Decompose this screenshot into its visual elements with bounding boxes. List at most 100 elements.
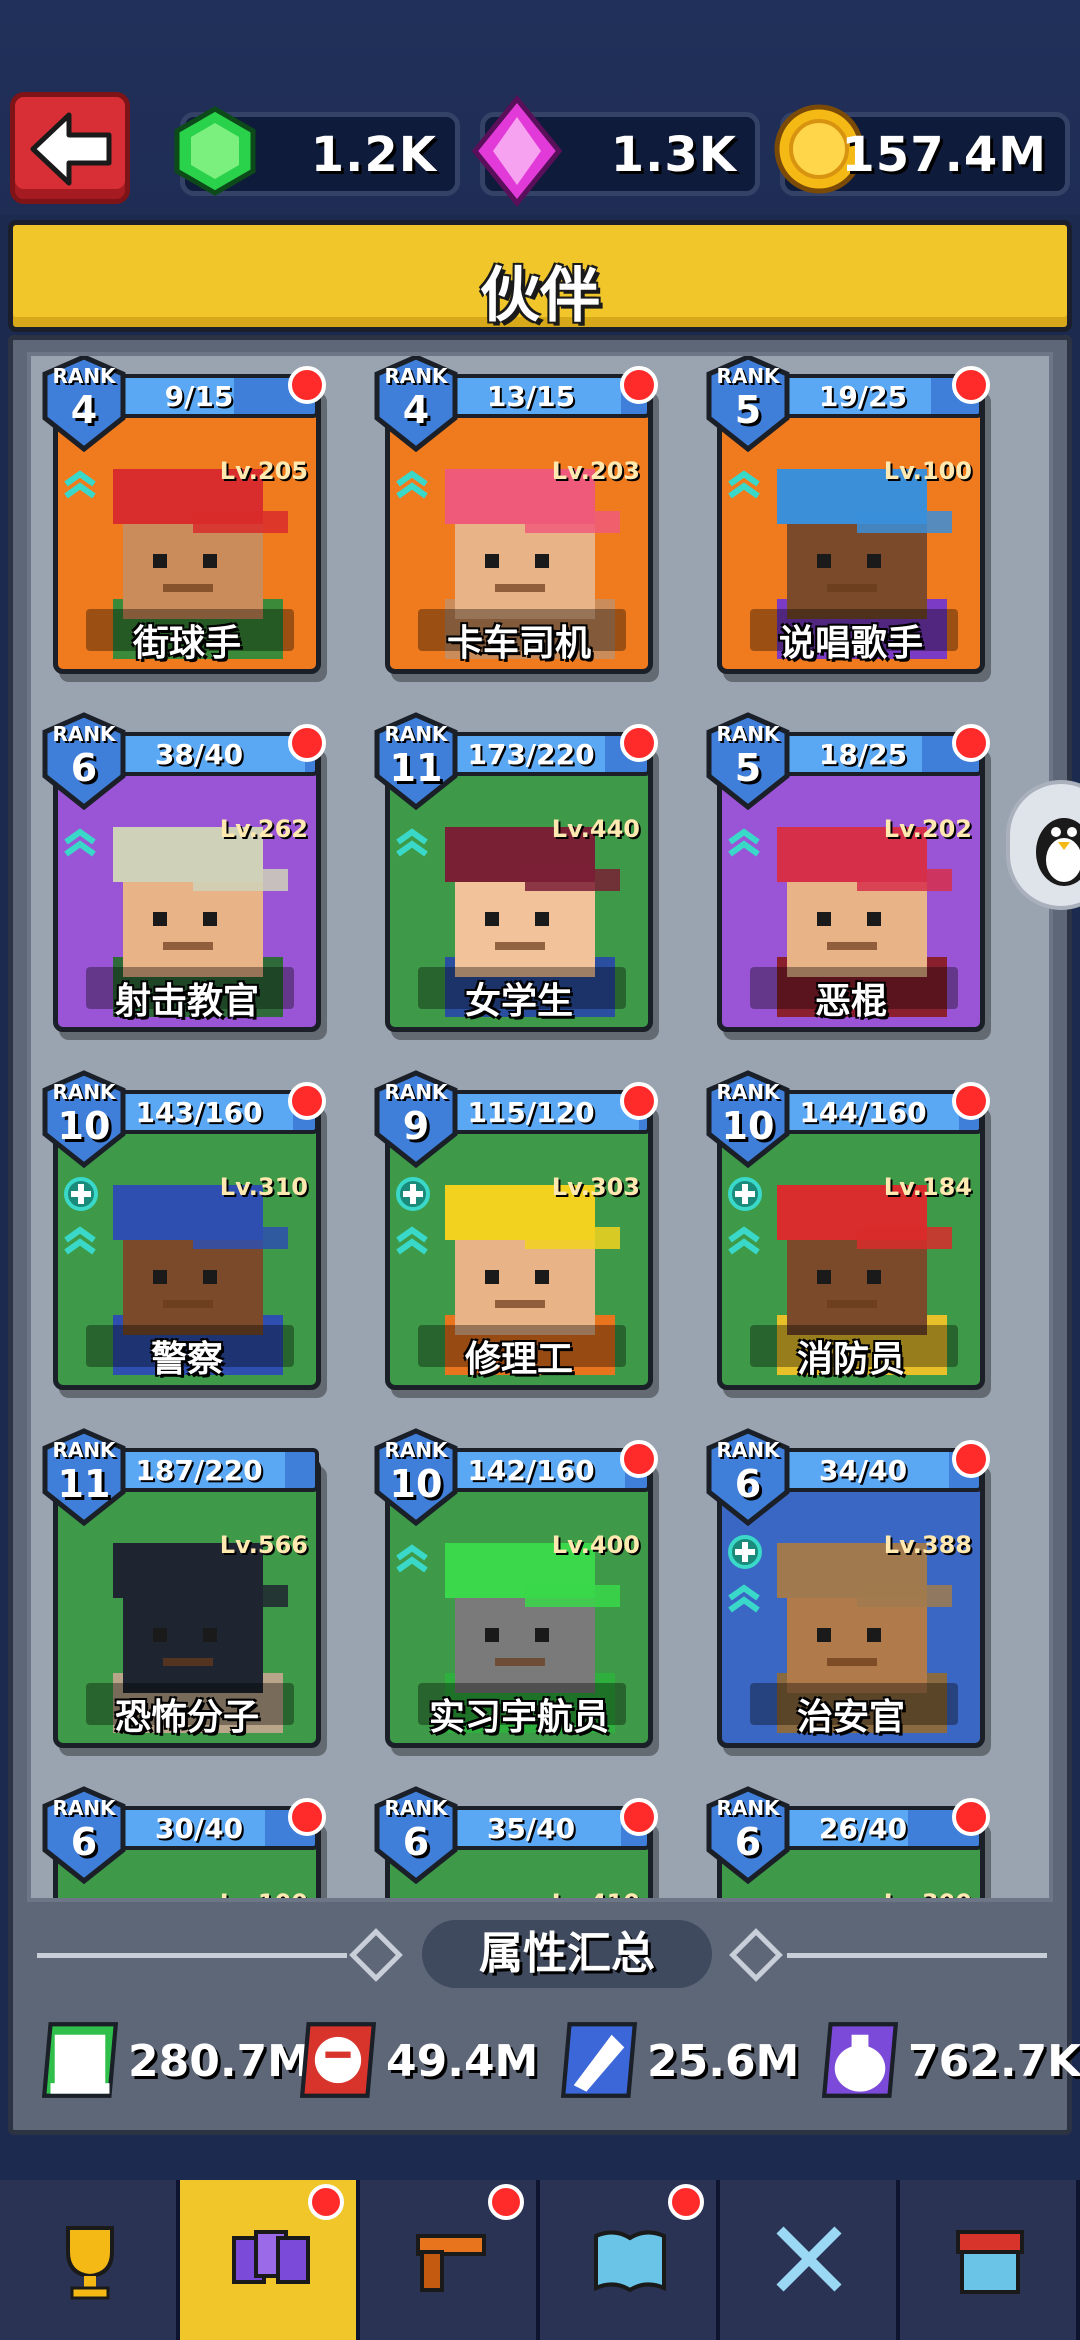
plus-icon bbox=[395, 1176, 431, 1216]
divider-right bbox=[787, 1953, 1047, 1958]
diamond-ornament-right bbox=[729, 1928, 783, 1982]
partner-level: Lv.203 bbox=[551, 457, 640, 485]
rank-badge: RANK 6 bbox=[373, 1786, 459, 1884]
partner-card[interactable]: Lv.440 173/220 RANK 11 女学生 bbox=[373, 712, 658, 1042]
rank-number: 4 bbox=[402, 388, 430, 432]
partner-level: Lv.184 bbox=[883, 1173, 972, 1201]
partner-level: Lv.300 bbox=[884, 1889, 972, 1898]
partner-level: Lv.100 bbox=[220, 1889, 308, 1898]
fragment-count: 144/160 bbox=[799, 1096, 927, 1129]
partner-card[interactable]: Lv.262 38/40 RANK 6 射击教官 bbox=[41, 712, 326, 1042]
rank-label: RANK bbox=[716, 1080, 780, 1104]
rank-badge: RANK 9 bbox=[373, 1070, 459, 1168]
rank-number: 9 bbox=[402, 1104, 430, 1148]
gold-coin-counter[interactable]: 157.4M bbox=[774, 104, 1070, 196]
rank-label: RANK bbox=[716, 1438, 780, 1462]
upgrade-chevron-icon bbox=[727, 470, 761, 504]
partner-card[interactable]: Lv.310 143/160 RANK 10 警察 bbox=[41, 1070, 326, 1400]
stat-value: 762.7K bbox=[908, 2036, 1080, 2087]
rank-label: RANK bbox=[384, 1080, 448, 1104]
fragment-count: 9/15 bbox=[164, 380, 234, 413]
notification-dot bbox=[952, 1798, 990, 1836]
fragment-count: 34/40 bbox=[818, 1454, 908, 1487]
partner-card[interactable]: Lv.566 187/220 RANK 11 恐怖分子 bbox=[41, 1428, 326, 1758]
rank-number: 5 bbox=[734, 388, 762, 432]
attribute-summary-title: 属性汇总 bbox=[422, 1920, 712, 1988]
partner-level: Lv.566 bbox=[219, 1531, 308, 1559]
rank-badge: RANK 11 bbox=[41, 1428, 127, 1526]
rank-label: RANK bbox=[384, 364, 448, 388]
fist-icon bbox=[299, 2022, 377, 2098]
rank-number: 10 bbox=[389, 1462, 443, 1506]
partner-card[interactable]: Lv.100 19/25 RANK 5 说唱歌手 bbox=[705, 356, 990, 684]
fragment-count: 18/25 bbox=[818, 738, 908, 771]
rank-label: RANK bbox=[716, 722, 780, 746]
book-icon bbox=[594, 2230, 666, 2293]
nav-tab-pistol[interactable] bbox=[360, 2180, 540, 2340]
fragment-count: 19/25 bbox=[818, 380, 908, 413]
notification-dot bbox=[620, 1440, 658, 1478]
notification-dot bbox=[288, 1082, 326, 1120]
upgrade-chevron-icon bbox=[63, 470, 97, 504]
pink-gem-counter[interactable]: 1.3K bbox=[471, 95, 760, 207]
partner-level: Lv.440 bbox=[551, 815, 640, 843]
pink-gem-value: 1.3K bbox=[610, 127, 737, 183]
partner-card[interactable]: Lv.400 142/160 RANK 10 实习宇航员 bbox=[373, 1428, 658, 1758]
partner-card[interactable]: Lv.184 144/160 RANK 10 消防员 bbox=[705, 1070, 990, 1400]
fragment-count: 143/160 bbox=[135, 1096, 263, 1129]
notification-dot bbox=[952, 366, 990, 404]
rank-number: 11 bbox=[57, 1462, 111, 1506]
partner-level: Lv.410 bbox=[552, 1889, 640, 1898]
rank-label: RANK bbox=[52, 364, 116, 388]
notification-dot bbox=[620, 1082, 658, 1120]
partner-level: Lv.100 bbox=[883, 457, 972, 485]
penguin-icon bbox=[1036, 818, 1080, 886]
partner-card[interactable]: Lv.388 34/40 RANK 6 治安官 bbox=[705, 1428, 990, 1758]
crossed-swords-icon bbox=[776, 2226, 842, 2292]
partner-card[interactable]: Lv.202 18/25 RANK 5 恶棍 bbox=[705, 712, 990, 1042]
partner-card[interactable]: Lv.410 35/40 RANK 6 bbox=[373, 1786, 658, 1898]
nav-tab-trophy[interactable] bbox=[0, 2180, 180, 2340]
rank-badge: RANK 6 bbox=[41, 712, 127, 810]
partner-level: Lv.262 bbox=[219, 815, 308, 843]
nav-tab-partners-cards[interactable] bbox=[180, 2180, 360, 2340]
rank-label: RANK bbox=[384, 1438, 448, 1462]
attribute-summary-header: 属性汇总 bbox=[37, 1920, 1047, 1990]
notification-dot bbox=[952, 1440, 990, 1478]
nav-tab-crossed-swords[interactable] bbox=[720, 2180, 900, 2340]
fragment-count: 115/120 bbox=[467, 1096, 595, 1129]
rank-number: 11 bbox=[389, 746, 443, 790]
green-gem-value: 1.2K bbox=[310, 127, 437, 183]
partner-card[interactable]: Lv.205 9/15 RANK 4 街球手 bbox=[41, 356, 326, 684]
nav-tab-book[interactable] bbox=[540, 2180, 720, 2340]
plus-icon bbox=[63, 1176, 99, 1216]
partners-grid[interactable]: Lv.205 9/15 RANK 4 街球手 Lv.203 13/15 RANK… bbox=[27, 352, 1053, 1902]
partner-name: 恐怖分子 bbox=[114, 1697, 259, 1738]
partner-level: Lv.205 bbox=[219, 457, 308, 485]
rank-number: 10 bbox=[721, 1104, 775, 1148]
back-arrow-icon bbox=[30, 112, 112, 186]
upgrade-chevron-icon bbox=[395, 1544, 429, 1578]
back-button[interactable] bbox=[10, 92, 130, 204]
fragment-count: 26/40 bbox=[818, 1812, 908, 1845]
upgrade-chevron-icon bbox=[63, 828, 97, 862]
green-gem-counter[interactable]: 1.2K bbox=[174, 106, 460, 196]
partner-card[interactable]: Lv.303 115/120 RANK 9 修理工 bbox=[373, 1070, 658, 1400]
partner-card[interactable]: Lv.100 30/40 RANK 6 bbox=[41, 1786, 326, 1898]
nav-tab-shop[interactable] bbox=[900, 2180, 1080, 2340]
rank-badge: RANK 5 bbox=[705, 356, 791, 452]
stat-value: 25.6M bbox=[647, 2036, 800, 2087]
partner-card[interactable]: Lv.300 26/40 RANK 6 bbox=[705, 1786, 990, 1898]
partner-name: 警察 bbox=[150, 1339, 223, 1380]
rank-label: RANK bbox=[384, 722, 448, 746]
rank-label: RANK bbox=[384, 1796, 448, 1820]
partner-name: 射击教官 bbox=[114, 981, 259, 1022]
partner-name: 说唱歌手 bbox=[778, 623, 923, 664]
page-title: 伙伴 bbox=[480, 261, 600, 331]
money-bag-icon bbox=[821, 2022, 899, 2098]
notification-dot bbox=[620, 1798, 658, 1836]
partner-name: 治安官 bbox=[796, 1697, 905, 1738]
rank-badge: RANK 10 bbox=[705, 1070, 791, 1168]
gold-coin-value: 157.4M bbox=[841, 127, 1047, 183]
partner-card[interactable]: Lv.203 13/15 RANK 4 卡车司机 bbox=[373, 356, 658, 684]
